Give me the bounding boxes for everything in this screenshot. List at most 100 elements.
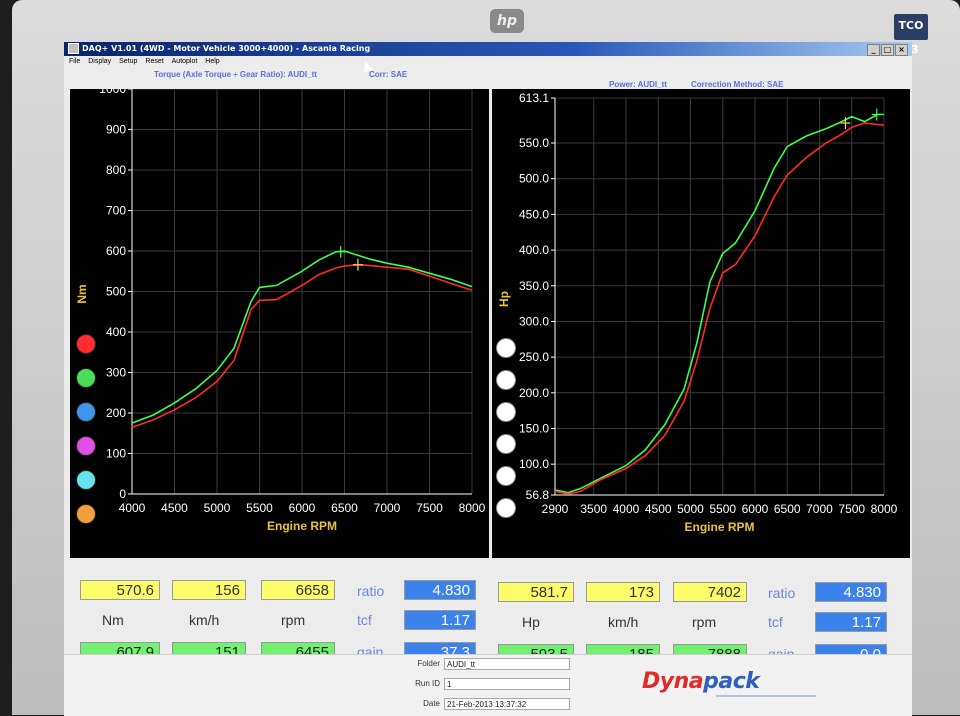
x-tick-label: 7500 [416,501,443,515]
x-tick-label: 6500 [331,501,358,515]
x-tick-label: 7000 [806,502,833,516]
unit-nm: Nm [102,612,124,628]
minimize-button[interactable]: _ [867,44,880,56]
unit-kmh: km/h [189,612,220,628]
y-tick-label: 550.0 [519,136,549,150]
speed-readout-right: 173 [586,582,660,602]
y-axis-label: Nm [75,284,89,303]
y-tick-label: 100 [106,447,126,461]
date-field[interactable]: 21-Feb-2013 13:37:32 [444,698,570,710]
y-tick-label: 56.8 [526,488,550,502]
torque-header: Torque (Axle Torque ÷ Gear Ratio): AUDI_… [154,70,317,79]
x-tick-label: 3500 [580,502,607,516]
tcf-value[interactable]: 1.17 [404,610,476,630]
trace-toggle-button[interactable] [76,470,96,490]
close-button[interactable]: × [895,44,908,56]
power-chart-svg: 2900 3500 4000 4500 5000 5500 6000 6500 7000 7500… [497,91,898,534]
trace-toggle-button[interactable] [76,334,96,354]
unit-hp: Hp [522,614,540,630]
y-tick-label: 500 [106,285,126,299]
x-tick-label: 5500 [246,501,273,515]
y-tick-label: 350.0 [519,279,549,293]
x-tick-label: 4500 [645,502,672,516]
speed-readout: 156 [172,580,246,600]
power-header: Power: AUDI_tt [609,80,667,89]
menu-reset[interactable]: Reset [145,58,163,65]
y-tick-label: 300.0 [519,314,549,328]
y-tick-label: 0 [119,487,126,501]
dynapack-underline [716,695,816,697]
trace-toggle-button[interactable] [496,370,516,390]
tcf-label: tcf [357,612,372,628]
y-tick-label: 600 [106,244,126,258]
y-tick-label: 900 [106,123,126,137]
x-tick-label: 7500 [838,502,865,516]
menu-setup[interactable]: Setup [119,58,137,65]
y-tick-label: 200.0 [519,386,549,400]
trace-toggle-button[interactable] [76,402,96,422]
torque-chart[interactable]: 4000 4500 5000 5500 6000 6500 7000 7500 8000 0 100… [70,89,490,558]
maximize-button[interactable]: □ [881,44,894,56]
power-chart[interactable]: 2900 3500 4000 4500 5000 5500 6000 6500 7000 7500… [492,89,910,558]
app-icon [68,43,79,54]
x-tick-label: 4500 [161,501,188,515]
menu-file[interactable]: File [69,58,80,65]
run-id-label: Run ID [415,679,440,688]
run-id-field[interactable]: 1 [444,678,570,690]
trace-toggle-button[interactable] [76,436,96,456]
y-tick-label: 450.0 [519,207,549,221]
y-tick-label: 400 [106,325,126,339]
trace-toggle-button[interactable] [496,402,516,422]
y-tick-label: 300 [106,366,126,380]
rpm-readout: 6658 [261,580,335,600]
trace-toggle-button[interactable] [496,466,516,486]
ratio-value[interactable]: 4.830 [404,580,476,600]
title-bar: DAQ+ V1.01 (4WD - Motor Vehicle 3000+400… [64,42,912,56]
x-axis-label: Engine RPM [267,519,337,533]
y-tick-label: 700 [106,204,126,218]
x-tick-label: 6500 [774,502,801,516]
x-tick-label: 5000 [677,502,704,516]
ratio-label-right: ratio [768,585,796,601]
menu-bar: File Display Setup Reset Autoplot Help [64,56,912,67]
ratio-value-right[interactable]: 4.830 [815,582,887,602]
window-title: DAQ+ V1.01 (4WD - Motor Vehicle 3000+400… [82,44,371,53]
unit-rpm-right: rpm [692,614,717,630]
x-tick-label: 6000 [289,501,316,515]
x-tick-label: 2900 [542,502,569,516]
x-tick-label: 6000 [742,502,769,516]
hp-logo: hp [490,9,524,33]
y-tick-label: 800 [106,163,126,177]
menu-help[interactable]: Help [205,58,219,65]
footer: Folder AUDI_tt Run ID 1 Date 21-Feb-2013… [64,654,912,716]
trace-toggle-button[interactable] [496,498,516,518]
tcf-value-right[interactable]: 1.17 [815,612,887,632]
y-tick-label: 100.0 [519,457,549,471]
y-tick-label: 613.1 [519,91,549,105]
trace-toggle-button[interactable] [496,434,516,454]
y-tick-label: 400.0 [519,243,549,257]
trace-toggle-button[interactable] [76,368,96,388]
date-label: Date [423,699,440,708]
dynapack-logo: Dynapack [642,669,760,694]
x-tick-label: 5000 [204,501,231,515]
trace-toggle-button[interactable] [496,338,516,358]
x-tick-label: 7000 [374,501,401,515]
menu-autoplot[interactable]: Autoplot [172,58,198,65]
screen: DAQ+ V1.01 (4WD - Motor Vehicle 3000+400… [64,42,912,715]
tco-badge: TCO 03 [894,14,928,56]
y-axis-label: Hp [497,291,511,307]
trace-toggle-button[interactable] [76,504,96,524]
folder-label: Folder [417,659,440,668]
readout-panel: 570.6 156 6658 Nm km/h rpm 607.9 151 645… [64,558,912,664]
window-controls: _ □ × [866,43,908,57]
folder-field[interactable]: AUDI_tt [444,658,570,670]
x-axis-label: Engine RPM [684,520,754,534]
unit-rpm: rpm [281,612,306,628]
y-tick-label: 1000 [99,89,126,96]
series-line-green [554,113,884,494]
tcf-label-right: tcf [768,614,783,630]
torque-corr: Corr: SAE [369,70,408,79]
x-tick-label: 4000 [613,502,640,516]
menu-display[interactable]: Display [88,58,111,65]
